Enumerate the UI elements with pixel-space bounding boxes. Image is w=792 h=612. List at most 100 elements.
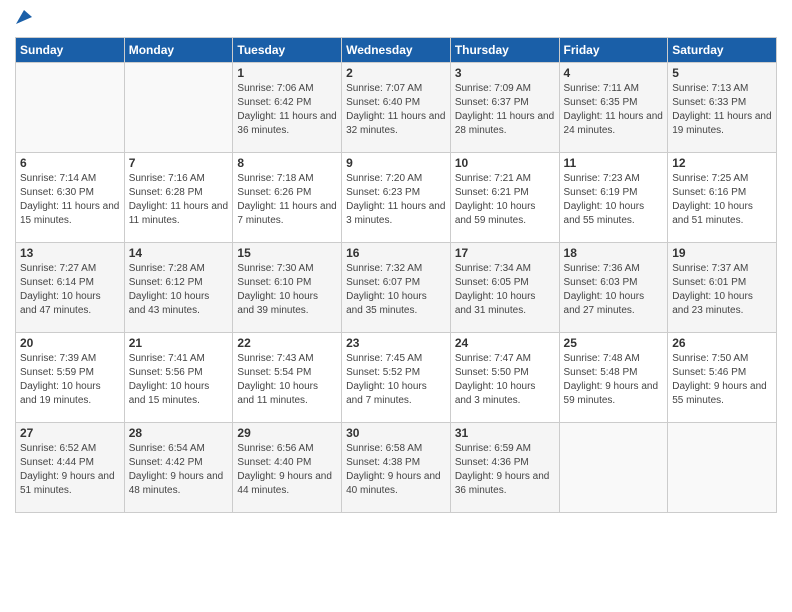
day-detail: Sunrise: 7:32 AMSunset: 6:07 PMDaylight:…	[346, 262, 446, 318]
day-number: 7	[129, 156, 229, 170]
calendar-cell: 14Sunrise: 7:28 AMSunset: 6:12 PMDayligh…	[124, 243, 233, 333]
day-number: 12	[672, 156, 772, 170]
day-detail: Sunrise: 7:50 AMSunset: 5:46 PMDaylight:…	[672, 352, 772, 408]
day-detail: Sunrise: 7:07 AMSunset: 6:40 PMDaylight:…	[346, 82, 446, 138]
day-detail: Sunrise: 6:59 AMSunset: 4:36 PMDaylight:…	[455, 442, 555, 498]
header-sunday: Sunday	[16, 38, 125, 63]
day-detail: Sunrise: 7:48 AMSunset: 5:48 PMDaylight:…	[564, 352, 664, 408]
calendar-cell: 13 Sunrise: 7:27 AMSunset: 6:14 PMDayligh…	[16, 243, 125, 333]
header-friday: Friday	[559, 38, 668, 63]
day-detail: Sunrise: 7:28 AMSunset: 6:12 PMDaylight:…	[129, 262, 229, 318]
day-detail: Sunrise: 7:09 AMSunset: 6:37 PMDaylight:…	[455, 82, 555, 138]
day-detail: Sunrise: 7:06 AMSunset: 6:42 PMDaylight:…	[237, 82, 337, 138]
day-number: 4	[564, 66, 664, 80]
calendar-cell: 16 Sunrise: 7:32 AMSunset: 6:07 PMDayligh…	[342, 243, 451, 333]
calendar-cell: 15 Sunrise: 7:30 AMSunset: 6:10 PMDayligh…	[233, 243, 342, 333]
calendar-cell: 30 Sunrise: 6:58 AMSunset: 4:38 PMDayligh…	[342, 423, 451, 513]
day-number: 26	[672, 336, 772, 350]
calendar-cell: 21 Sunrise: 7:41 AMSunset: 5:56 PMDayligh…	[124, 333, 233, 423]
day-detail: Sunrise: 7:14 AMSunset: 6:30 PMDaylight:…	[20, 172, 120, 228]
day-detail: Sunrise: 6:52 AMSunset: 4:44 PMDaylight:…	[20, 442, 120, 498]
calendar-cell: 4 Sunrise: 7:11 AMSunset: 6:35 PMDaylight…	[559, 63, 668, 153]
header-thursday: Thursday	[450, 38, 559, 63]
calendar-cell: 28 Sunrise: 6:54 AMSunset: 4:42 PMDayligh…	[124, 423, 233, 513]
day-number: 11	[564, 156, 664, 170]
day-detail: Sunrise: 7:20 AMSunset: 6:23 PMDaylight:…	[346, 172, 446, 228]
day-number: 3	[455, 66, 555, 80]
day-detail: Sunrise: 7:27 AMSunset: 6:14 PMDaylight:…	[20, 262, 120, 318]
day-detail: Sunrise: 7:47 AMSunset: 5:50 PMDaylight:…	[455, 352, 555, 408]
calendar-cell: 11 Sunrise: 7:23 AMSunset: 6:19 PMDayligh…	[559, 153, 668, 243]
day-number: 16	[346, 246, 446, 260]
calendar-cell: 31 Sunrise: 6:59 AMSunset: 4:36 PMDayligh…	[450, 423, 559, 513]
calendar-cell: 5 Sunrise: 7:13 AMSunset: 6:33 PMDaylight…	[668, 63, 777, 153]
day-detail: Sunrise: 7:45 AMSunset: 5:52 PMDaylight:…	[346, 352, 446, 408]
calendar-cell: 27 Sunrise: 6:52 AMSunset: 4:44 PMDayligh…	[16, 423, 125, 513]
header-wednesday: Wednesday	[342, 38, 451, 63]
day-detail: Sunrise: 7:13 AMSunset: 6:33 PMDaylight:…	[672, 82, 772, 138]
header-tuesday: Tuesday	[233, 38, 342, 63]
day-number: 13	[20, 246, 120, 260]
day-number: 10	[455, 156, 555, 170]
day-number: 15	[237, 246, 337, 260]
day-number: 6	[20, 156, 120, 170]
calendar-cell: 24 Sunrise: 7:47 AMSunset: 5:50 PMDayligh…	[450, 333, 559, 423]
calendar-cell: 10 Sunrise: 7:21 AMSunset: 6:21 PMDayligh…	[450, 153, 559, 243]
calendar-cell: 3 Sunrise: 7:09 AMSunset: 6:37 PMDaylight…	[450, 63, 559, 153]
calendar-week-row: 20 Sunrise: 7:39 AMSunset: 5:59 PMDayligh…	[16, 333, 777, 423]
calendar-cell: 19 Sunrise: 7:37 AMSunset: 6:01 PMDayligh…	[668, 243, 777, 333]
calendar-cell: 2 Sunrise: 7:07 AMSunset: 6:40 PMDaylight…	[342, 63, 451, 153]
calendar-cell: 7 Sunrise: 7:16 AMSunset: 6:28 PMDaylight…	[124, 153, 233, 243]
day-detail: Sunrise: 7:21 AMSunset: 6:21 PMDaylight:…	[455, 172, 555, 228]
day-detail: Sunrise: 7:30 AMSunset: 6:10 PMDaylight:…	[237, 262, 337, 318]
page-header	[15, 10, 777, 29]
day-number: 17	[455, 246, 555, 260]
day-number: 5	[672, 66, 772, 80]
calendar-cell: 8Sunrise: 7:18 AMSunset: 6:26 PMDaylight…	[233, 153, 342, 243]
day-number: 21	[129, 336, 229, 350]
day-detail: Sunrise: 7:34 AMSunset: 6:05 PMDaylight:…	[455, 262, 555, 318]
day-number: 24	[455, 336, 555, 350]
day-detail: Sunrise: 6:58 AMSunset: 4:38 PMDaylight:…	[346, 442, 446, 498]
calendar-cell: 18 Sunrise: 7:36 AMSunset: 6:03 PMDayligh…	[559, 243, 668, 333]
calendar-week-row: 13 Sunrise: 7:27 AMSunset: 6:14 PMDayligh…	[16, 243, 777, 333]
day-number: 20	[20, 336, 120, 350]
day-detail: Sunrise: 7:39 AMSunset: 5:59 PMDaylight:…	[20, 352, 120, 408]
logo-bird-icon	[16, 10, 32, 24]
day-detail: Sunrise: 7:37 AMSunset: 6:01 PMDaylight:…	[672, 262, 772, 318]
day-number: 25	[564, 336, 664, 350]
calendar-week-row: 6 Sunrise: 7:14 AMSunset: 6:30 PMDaylight…	[16, 153, 777, 243]
day-detail: Sunrise: 7:41 AMSunset: 5:56 PMDaylight:…	[129, 352, 229, 408]
calendar-week-row: 27 Sunrise: 6:52 AMSunset: 4:44 PMDayligh…	[16, 423, 777, 513]
day-number: 27	[20, 426, 120, 440]
day-detail: Sunrise: 7:23 AMSunset: 6:19 PMDaylight:…	[564, 172, 664, 228]
calendar-cell: 9 Sunrise: 7:20 AMSunset: 6:23 PMDaylight…	[342, 153, 451, 243]
day-number: 1	[237, 66, 337, 80]
day-number: 30	[346, 426, 446, 440]
calendar-cell: 12Sunrise: 7:25 AMSunset: 6:16 PMDayligh…	[668, 153, 777, 243]
day-detail: Sunrise: 7:16 AMSunset: 6:28 PMDaylight:…	[129, 172, 229, 228]
calendar-cell: 17 Sunrise: 7:34 AMSunset: 6:05 PMDayligh…	[450, 243, 559, 333]
calendar-cell	[124, 63, 233, 153]
day-number: 23	[346, 336, 446, 350]
day-number: 18	[564, 246, 664, 260]
calendar-cell: 6 Sunrise: 7:14 AMSunset: 6:30 PMDaylight…	[16, 153, 125, 243]
calendar-table: SundayMondayTuesdayWednesdayThursdayFrid…	[15, 37, 777, 513]
day-number: 31	[455, 426, 555, 440]
day-detail: Sunrise: 7:11 AMSunset: 6:35 PMDaylight:…	[564, 82, 664, 138]
day-number: 9	[346, 156, 446, 170]
day-detail: Sunrise: 7:36 AMSunset: 6:03 PMDaylight:…	[564, 262, 664, 318]
calendar-cell: 23 Sunrise: 7:45 AMSunset: 5:52 PMDayligh…	[342, 333, 451, 423]
day-detail: Sunrise: 6:56 AMSunset: 4:40 PMDaylight:…	[237, 442, 337, 498]
day-detail: Sunrise: 7:43 AMSunset: 5:54 PMDaylight:…	[237, 352, 337, 408]
calendar-cell: 22 Sunrise: 7:43 AMSunset: 5:54 PMDayligh…	[233, 333, 342, 423]
calendar-header-row: SundayMondayTuesdayWednesdayThursdayFrid…	[16, 38, 777, 63]
calendar-cell: 25 Sunrise: 7:48 AMSunset: 5:48 PMDayligh…	[559, 333, 668, 423]
day-detail: Sunrise: 6:54 AMSunset: 4:42 PMDaylight:…	[129, 442, 229, 498]
day-number: 2	[346, 66, 446, 80]
day-number: 22	[237, 336, 337, 350]
day-number: 28	[129, 426, 229, 440]
day-number: 8	[237, 156, 337, 170]
day-number: 19	[672, 246, 772, 260]
calendar-cell: 26 Sunrise: 7:50 AMSunset: 5:46 PMDayligh…	[668, 333, 777, 423]
